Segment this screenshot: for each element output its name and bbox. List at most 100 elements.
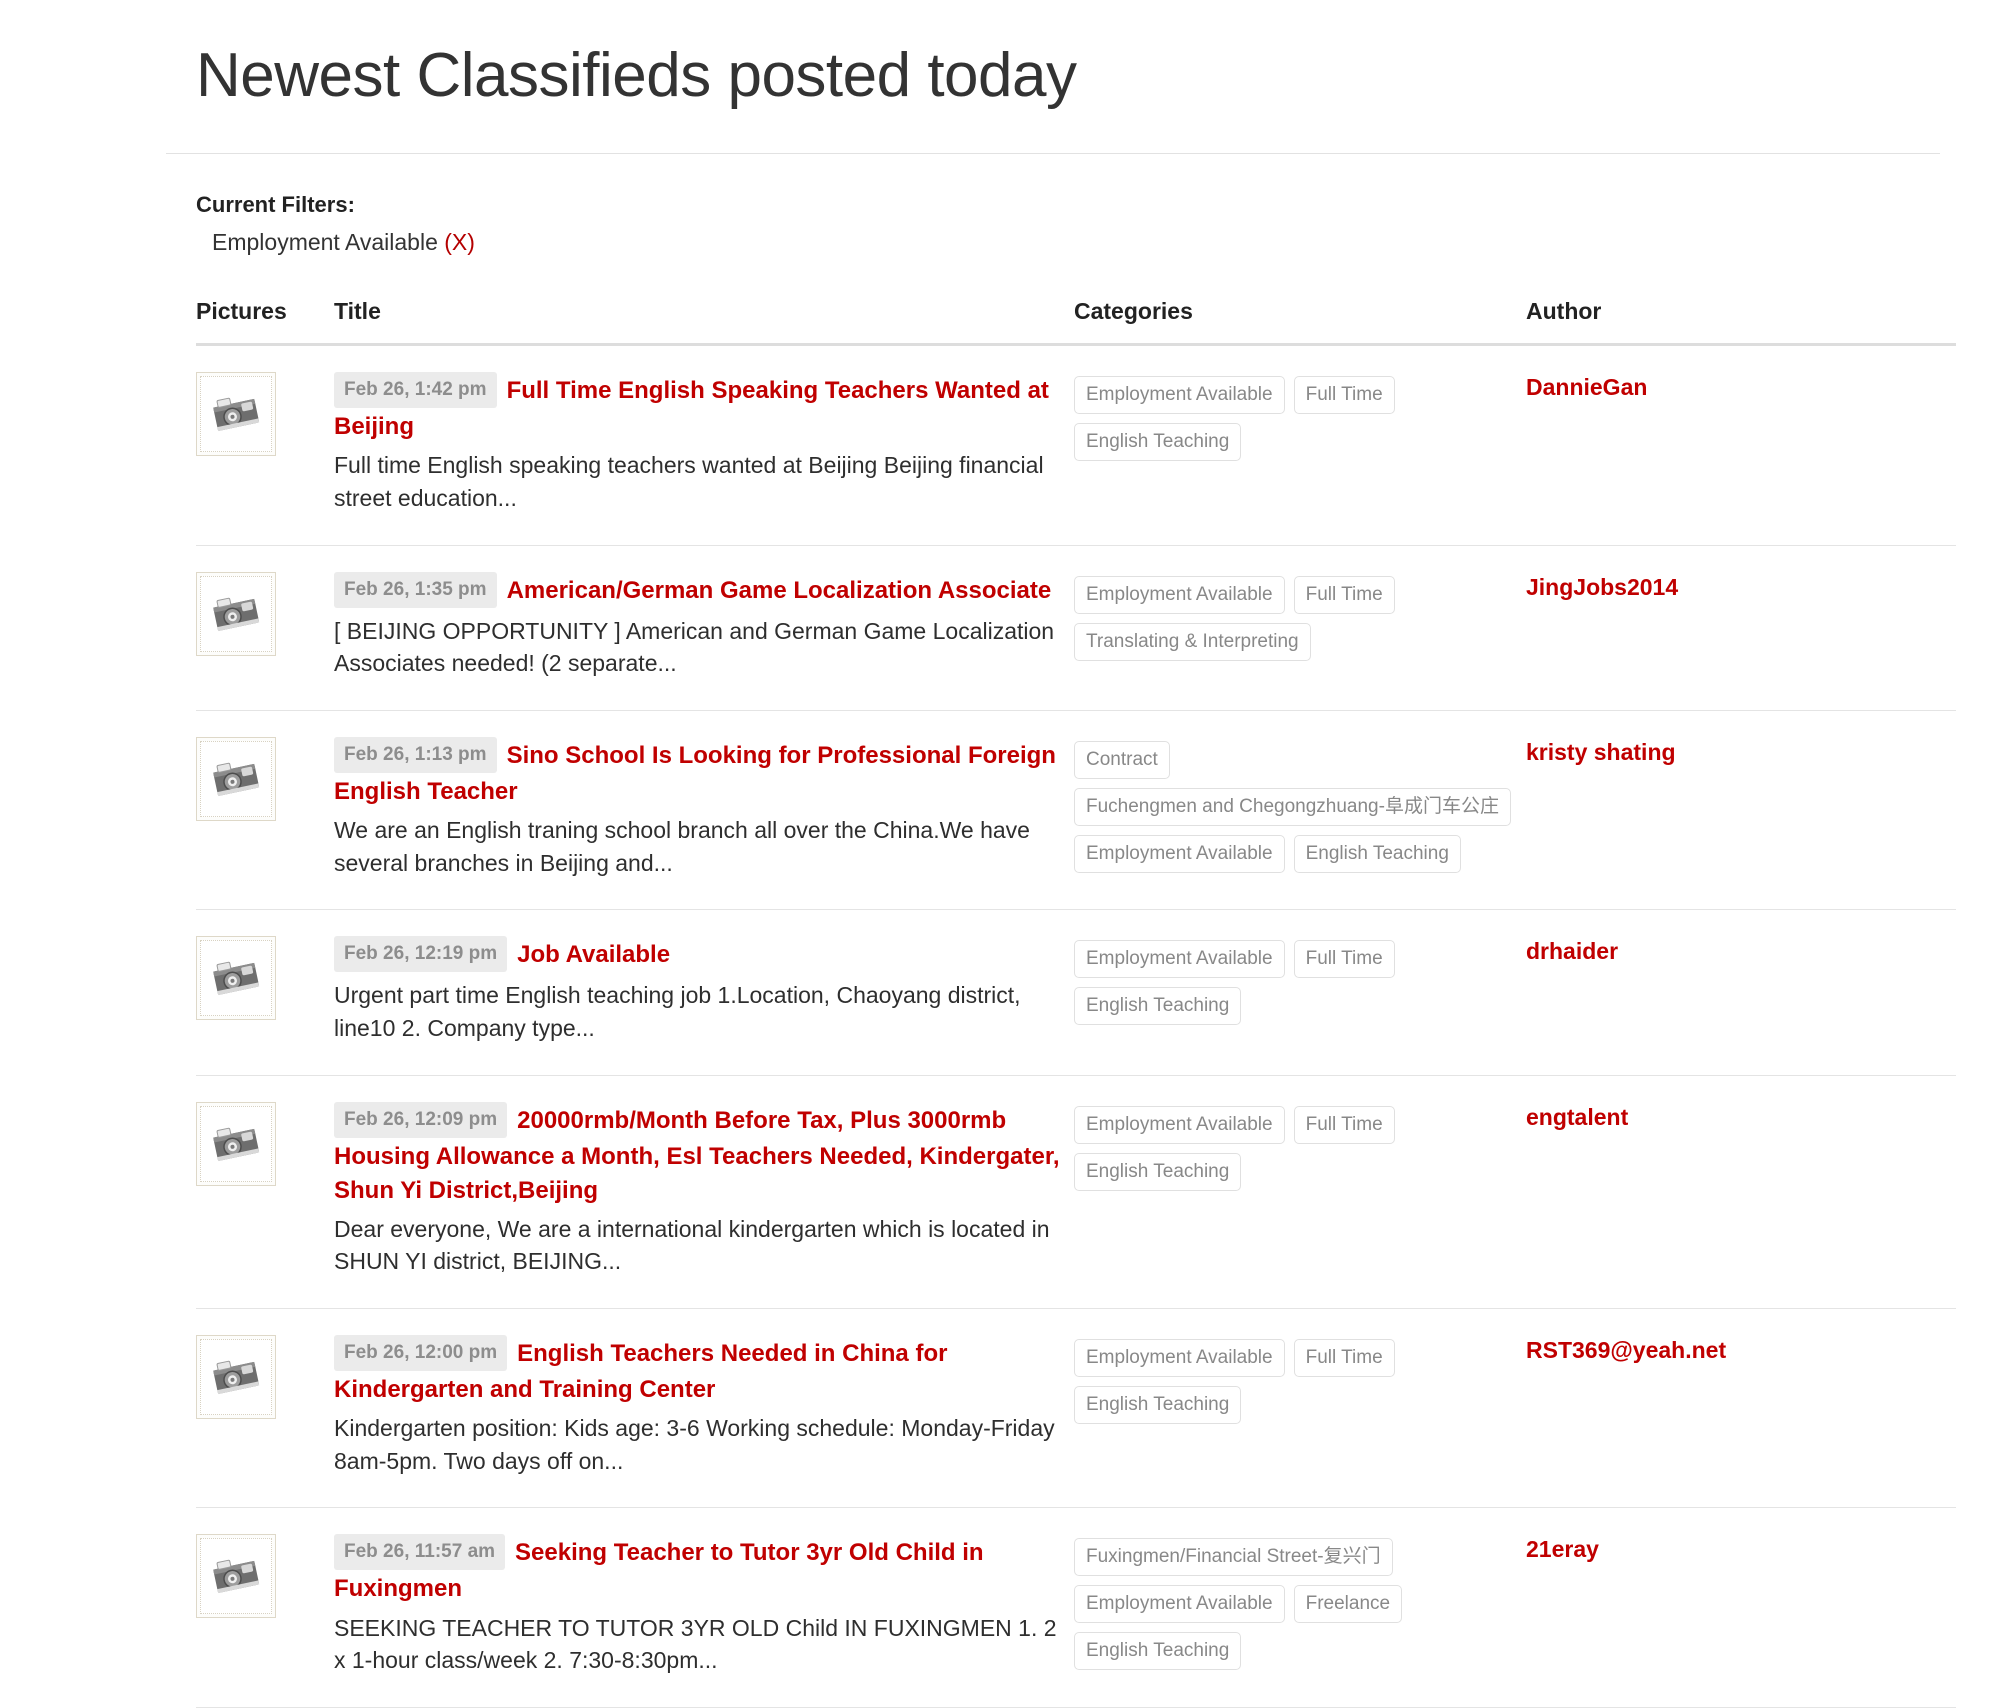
post-timestamp: Feb 26, 1:42 pm xyxy=(334,372,497,409)
title-line: Feb 26, 12:00 pm English Teachers Needed … xyxy=(334,1335,1074,1407)
thumbnail[interactable] xyxy=(196,1101,276,1186)
row-picture-cell xyxy=(196,710,334,909)
camera-placeholder-icon xyxy=(200,740,272,817)
table-row: Feb 26, 1:35 pm American/German Game Loca… xyxy=(196,545,1956,711)
author-link[interactable]: 21eray xyxy=(1526,1534,1599,1563)
table-row: Feb 26, 1:42 pm Full Time English Speakin… xyxy=(196,345,1956,546)
author-link[interactable]: engtalent xyxy=(1526,1102,1628,1131)
category-tag[interactable]: Employment Available xyxy=(1074,834,1285,873)
current-filters-label: Current Filters: xyxy=(196,192,355,218)
table-header-row: Pictures Title Categories Author xyxy=(196,298,1956,345)
category-tag-list: Employment Available Full Time English Tea… xyxy=(1074,936,1526,1026)
category-tag[interactable]: Full Time xyxy=(1293,376,1395,415)
thumbnail[interactable] xyxy=(196,1534,276,1619)
category-tag-list: Employment Available Full Time Translating… xyxy=(1074,572,1526,661)
column-header-pictures[interactable]: Pictures xyxy=(196,298,334,345)
row-author-cell: JingJobs2014 xyxy=(1526,545,1956,710)
thumbnail[interactable] xyxy=(196,571,276,656)
category-tag-list: Employment Available Full Time English Tea… xyxy=(1074,372,1526,462)
post-excerpt: Full time English speaking teachers want… xyxy=(334,452,1044,511)
camera-placeholder-icon xyxy=(200,1339,272,1416)
row-picture-cell xyxy=(196,1309,334,1508)
category-tag-list: Employment Available Full Time English Tea… xyxy=(1074,1102,1526,1191)
table-body: Feb 26, 1:42 pm Full Time English Speakin… xyxy=(196,345,1956,1708)
row-title-cell: Feb 26, 11:57 am Seeking Teacher to Tutor… xyxy=(334,1508,1074,1707)
category-tag[interactable]: Employment Available xyxy=(1074,376,1285,415)
author-link[interactable]: drhaider xyxy=(1526,936,1618,965)
post-excerpt: SEEKING TEACHER TO TUTOR 3YR OLD Child I… xyxy=(334,1614,1057,1674)
column-header-author[interactable]: Author xyxy=(1526,298,1956,345)
category-tag[interactable]: Employment Available xyxy=(1074,940,1285,979)
category-tag[interactable]: English Teaching xyxy=(1074,1632,1242,1671)
row-title-cell: Feb 26, 12:00 pm English Teachers Needed … xyxy=(334,1309,1074,1508)
camera-placeholder-icon xyxy=(200,575,272,652)
post-excerpt: We are an English traning school branch … xyxy=(334,816,1030,876)
row-categories-cell: Employment Available Full Time English Tea… xyxy=(1074,1075,1526,1308)
row-categories-cell: Contract Fuchengmen and Chegongzhuang-阜成门… xyxy=(1074,710,1526,909)
classifieds-table: Pictures Title Categories Author Feb 26,… xyxy=(196,298,1956,1708)
category-tag[interactable]: Full Time xyxy=(1293,940,1395,979)
category-tag[interactable]: Translating & Interpreting xyxy=(1074,622,1311,661)
camera-placeholder-icon xyxy=(200,1105,272,1182)
post-title-link[interactable]: Job Available xyxy=(517,941,670,968)
post-excerpt: Urgent part time English teaching job 1.… xyxy=(334,982,1021,1041)
filter-item-label: Employment Available xyxy=(212,228,438,255)
category-tag[interactable]: Full Time xyxy=(1293,1339,1395,1378)
title-line: Feb 26, 12:09 pm 20000rmb/Month Before Ta… xyxy=(334,1101,1074,1208)
row-title-cell: Feb 26, 1:42 pm Full Time English Speakin… xyxy=(334,345,1074,545)
row-author-cell: RST369@yeah.net xyxy=(1526,1309,1956,1508)
row-picture-cell xyxy=(196,1075,334,1308)
page-title: Newest Classifieds posted today xyxy=(196,41,1077,110)
author-link[interactable]: kristy shating xyxy=(1526,737,1676,766)
filter-item: Employment Available (X) xyxy=(212,226,2000,258)
thumbnail[interactable] xyxy=(196,936,276,1021)
table-header: Pictures Title Categories Author xyxy=(196,298,1956,345)
row-picture-cell xyxy=(196,1508,334,1707)
category-tag[interactable]: Employment Available xyxy=(1074,1339,1285,1378)
classifieds-page: Newest Classifieds posted today Current … xyxy=(0,0,2000,1708)
post-title-link[interactable]: American/German Game Localization Associ… xyxy=(507,577,1052,604)
row-categories-cell: Employment Available Full Time English Tea… xyxy=(1074,1309,1526,1508)
title-line: Feb 26, 1:42 pm Full Time English Speakin… xyxy=(334,372,1074,444)
author-link[interactable]: DannieGan xyxy=(1526,372,1647,401)
table-row: Feb 26, 1:13 pm Sino School Is Looking fo… xyxy=(196,710,1956,910)
category-tag[interactable]: English Teaching xyxy=(1074,1152,1242,1191)
camera-placeholder-icon xyxy=(200,1538,272,1615)
row-picture-cell xyxy=(196,910,334,1075)
category-tag[interactable]: Employment Available xyxy=(1074,1105,1285,1144)
category-tag[interactable]: English Teaching xyxy=(1293,834,1461,873)
row-author-cell: engtalent xyxy=(1526,1075,1956,1308)
row-author-cell: DannieGan xyxy=(1526,345,1956,545)
row-author-cell: 21eray xyxy=(1526,1508,1956,1707)
table-row: Feb 26, 12:00 pm English Teachers Needed … xyxy=(196,1309,1956,1508)
category-tag[interactable]: Fuchengmen and Chegongzhuang-阜成门车公庄 xyxy=(1074,787,1511,826)
category-tag-list: Employment Available Full Time English Tea… xyxy=(1074,1335,1526,1425)
author-link[interactable]: RST369@yeah.net xyxy=(1526,1335,1726,1364)
column-header-categories[interactable]: Categories xyxy=(1074,298,1526,345)
thumbnail[interactable] xyxy=(196,372,276,457)
category-tag[interactable]: Full Time xyxy=(1293,575,1395,614)
thumbnail[interactable] xyxy=(196,736,276,821)
column-header-title[interactable]: Title xyxy=(334,298,1074,345)
category-tag[interactable]: Freelance xyxy=(1293,1585,1403,1624)
row-title-cell: Feb 26, 12:09 pm 20000rmb/Month Before Ta… xyxy=(334,1075,1074,1308)
category-tag[interactable]: Fuxingmen/Financial Street-复兴门 xyxy=(1074,1538,1393,1577)
category-tag[interactable]: English Teaching xyxy=(1074,1386,1242,1425)
post-timestamp: Feb 26, 12:00 pm xyxy=(334,1335,508,1372)
row-title-cell: Feb 26, 1:35 pm American/German Game Loca… xyxy=(334,545,1074,710)
title-line: Feb 26, 1:13 pm Sino School Is Looking fo… xyxy=(334,736,1074,809)
category-tag[interactable]: Full Time xyxy=(1293,1105,1395,1144)
page-header: Newest Classifieds posted today xyxy=(0,0,2000,153)
post-timestamp: Feb 26, 11:57 am xyxy=(334,1534,506,1571)
current-filters-section: Current Filters: Employment Available (X… xyxy=(0,154,2000,258)
row-author-cell: kristy shating xyxy=(1526,710,1956,909)
post-timestamp: Feb 26, 12:09 pm xyxy=(334,1101,508,1138)
filter-remove-link[interactable]: (X) xyxy=(444,229,475,255)
author-link[interactable]: JingJobs2014 xyxy=(1526,572,1678,601)
category-tag[interactable]: Contract xyxy=(1074,740,1170,779)
thumbnail[interactable] xyxy=(196,1335,276,1420)
category-tag[interactable]: English Teaching xyxy=(1074,987,1242,1026)
category-tag[interactable]: English Teaching xyxy=(1074,423,1242,462)
category-tag[interactable]: Employment Available xyxy=(1074,1585,1285,1624)
category-tag[interactable]: Employment Available xyxy=(1074,575,1285,614)
